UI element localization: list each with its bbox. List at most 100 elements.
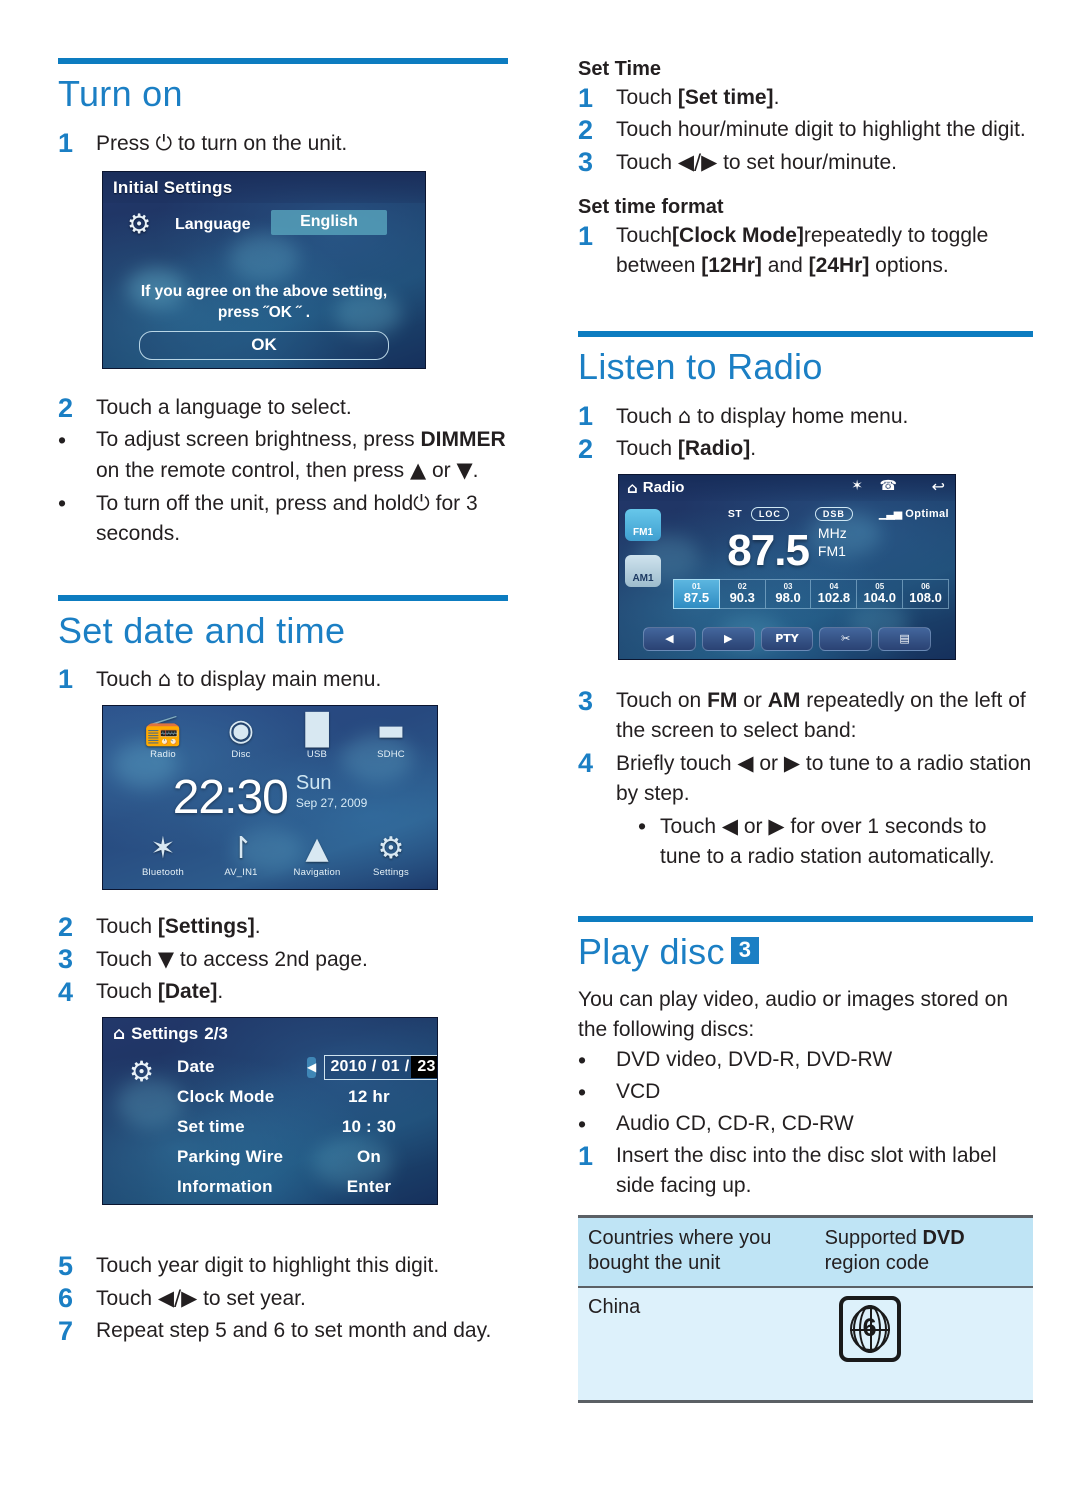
step-number: 3 [578, 147, 594, 177]
step-set-time-2: 2 Touch hour/minute digit to highlight t… [578, 115, 1033, 145]
pty-button[interactable]: PTY [760, 626, 814, 651]
bullet-marker: • [58, 426, 67, 453]
preset-value: 108.0 [909, 590, 942, 606]
main-menu-screenshot: 📻 Radio ◉ Disc █ USB ▬ SDHC 22:30 Sun Se… [102, 705, 438, 891]
row-value[interactable]: Enter [307, 1177, 431, 1197]
section-rule-listen-to-radio [578, 331, 1033, 337]
preset-button-02[interactable]: 02 90.3 [719, 578, 766, 609]
signal-strength: ▁▃▅ Optimal [879, 507, 949, 520]
date-month[interactable]: 01 [377, 1058, 405, 1076]
clock-day: Sun [295, 772, 332, 795]
row-value[interactable]: On [307, 1147, 431, 1167]
settings-row-clock-mode[interactable]: Clock Mode 12 hr [177, 1082, 431, 1112]
home-icon[interactable]: ⌂ [113, 1024, 125, 1044]
agree-line-1: If you agree on the above setting, [140, 282, 388, 300]
tile-settings[interactable]: ⚙ Settings [353, 831, 429, 879]
preset-button-04[interactable]: 04 102.8 [811, 578, 858, 609]
table-header-country: Countries where you bought the unit [578, 1216, 815, 1289]
settings-title: Settings [131, 1024, 199, 1044]
preset-button-05[interactable]: 05 104.0 [857, 578, 904, 609]
step-text: Touch ◀/▶ to set year. [96, 1286, 306, 1311]
settings-row-information[interactable]: Information Enter [177, 1172, 431, 1202]
row-value[interactable]: 12 hr [307, 1087, 431, 1107]
frequency-unit: MHz [817, 524, 847, 541]
navigation-icon: ▲ [305, 831, 329, 867]
preset-value: 90.3 [729, 590, 755, 606]
tile-sdhc[interactable]: ▬ SDHC [353, 714, 429, 761]
step-set-time-format-1: 1 Touch[Clock Mode]repeatedly to toggle … [578, 221, 1033, 281]
step-text: Touch[Clock Mode]repeatedly to toggle be… [616, 224, 989, 277]
tile-label: Radio [150, 749, 176, 761]
bullet-text: To turn off the unit, press and hold⏻ fo… [96, 490, 478, 545]
tile-label: Settings [373, 867, 409, 879]
step-number: 6 [58, 1283, 74, 1314]
subheading-set-time: Set Time [578, 58, 661, 80]
step-text: Touch [Set time]. [616, 86, 780, 109]
tile-usb[interactable]: █ USB [279, 714, 355, 761]
arrow-left-icon: ◀ [721, 813, 739, 838]
date-left-arrow-button[interactable]: ◀ [307, 1056, 317, 1078]
preset-button-06[interactable]: 06 108.0 [903, 578, 949, 609]
preset-button-01[interactable]: 01 87.5 [673, 578, 720, 609]
frequency-value: 87.5 [727, 525, 810, 575]
step-date-2: 2 Touch [Settings]. [58, 912, 508, 942]
preset-value: 87.5 [683, 590, 710, 606]
back-icon[interactable]: ↩ [932, 477, 945, 496]
step-text: Briefly touch ◀ or ▶ to tune to a radio … [616, 750, 1032, 805]
preset-button-03[interactable]: 03 98.0 [765, 578, 812, 609]
tile-navigation[interactable]: ▲ Navigation [279, 831, 355, 879]
tile-radio[interactable]: 📻 Radio [125, 714, 201, 761]
step-date-4: 4 Touch [Date]. [58, 977, 508, 1007]
date-value-box[interactable]: 2010/ 01/ 23 [324, 1054, 437, 1080]
initial-settings-screenshot: Initial Settings ⚙ Language English If y… [102, 170, 426, 369]
bullet-disc-cd: • Audio CD, CD-R, CD-RW [578, 1109, 1033, 1139]
preset-value: 102.8 [817, 590, 851, 606]
date-year[interactable]: 2010 [325, 1058, 371, 1076]
scan-button[interactable]: ✂ [819, 626, 873, 651]
tune-up-button[interactable]: ▶ [701, 626, 755, 651]
radio-home-title[interactable]: ⌂ Radio [627, 479, 684, 497]
row-value[interactable]: 10 : 30 [307, 1117, 431, 1137]
settings-rows: Date ◀ 2010/ 01/ 23 Clock Mode 12 hr Set… [177, 1052, 437, 1202]
arrow-up-icon: ▲ [410, 457, 427, 482]
row-label: Parking Wire [177, 1147, 284, 1167]
step-number: 2 [578, 115, 594, 145]
step-text: Touch year digit to highlight this digit… [96, 1254, 440, 1278]
signal-bars-icon: ▁▃▅ [878, 507, 902, 521]
home-icon[interactable]: ⌂ [627, 479, 638, 497]
preset-number: 03 [783, 582, 793, 592]
frequency-display: 87.5 MHz FM1 [619, 525, 955, 576]
play-disc-title: Play disc [578, 930, 725, 972]
step-turn-on-1: 1 Press ⏻ to turn on the unit. [58, 128, 508, 159]
list-button[interactable]: ▤ [878, 626, 931, 651]
settings-row-date[interactable]: Date ◀ 2010/ 01/ 23 [177, 1052, 437, 1082]
gear-icon: ⚙ [377, 831, 405, 867]
ok-button[interactable]: OK [139, 330, 389, 360]
tile-bluetooth[interactable]: ✶ Bluetooth [125, 832, 201, 879]
bullet-dimmer: • To adjust screen brightness, press DIM… [58, 425, 508, 486]
region-number: 6 [862, 1314, 877, 1343]
bullet-disc-dvd: • DVD video, DVD-R, DVD-RW [578, 1045, 1033, 1075]
settings-page-indicator: 2/3 [204, 1024, 228, 1044]
step-number: 4 [578, 747, 594, 778]
step-text: Touch a language to select. [96, 395, 352, 419]
settings-row-set-time[interactable]: Set time 10 : 30 [177, 1112, 431, 1142]
tune-down-button[interactable]: ◀ [643, 626, 696, 651]
clock-time: 22:30 [172, 771, 289, 825]
step-set-time-3: 3 Touch ◀/▶ to set hour/minute. [578, 147, 1033, 178]
step-text: Touch [Settings]. [96, 915, 261, 939]
date-day[interactable]: 23 [411, 1056, 437, 1079]
arrow-down-icon: ▼ [456, 457, 473, 482]
tile-disc[interactable]: ◉ Disc [203, 714, 279, 761]
step-date-5: 5 Touch year digit to highlight this dig… [58, 1251, 508, 1281]
language-value[interactable]: English [271, 209, 387, 235]
settings-row-parking-wire[interactable]: Parking Wire On [177, 1142, 431, 1172]
row-label: Clock Mode [177, 1087, 275, 1107]
row-label: Information [177, 1177, 273, 1197]
frequency-band: FM1 [817, 542, 846, 559]
tile-av-in[interactable]: ↾ AV_IN1 [203, 832, 279, 879]
bluetooth-icon: ✶ [851, 477, 863, 494]
step-number: 2 [58, 912, 74, 943]
region-code-table: Countries where you bought the unit Supp… [578, 1215, 1033, 1404]
home-icon: ⌂ [677, 403, 692, 428]
